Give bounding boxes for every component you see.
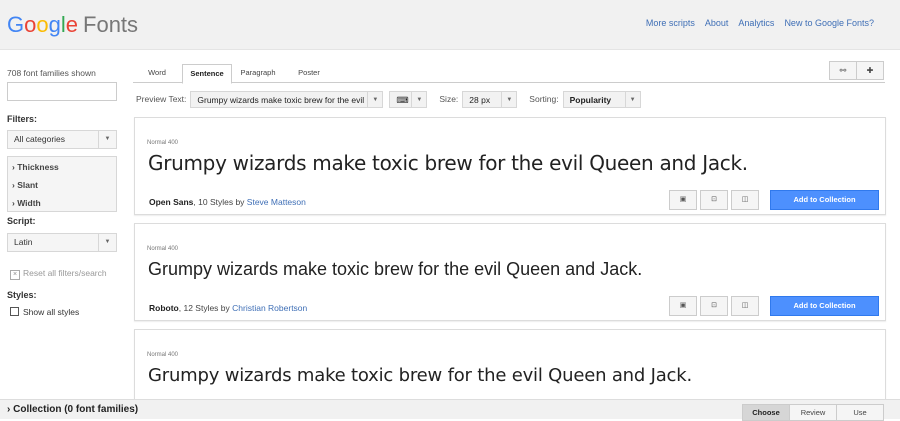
sorting-label: Sorting: <box>529 94 559 104</box>
add-to-collection-button[interactable]: Add to Collection <box>770 190 879 210</box>
link-icon[interactable]: ⚯ <box>829 61 857 80</box>
chevron-down-icon: ▼ <box>367 91 382 107</box>
script-label: Script: <box>7 216 36 226</box>
sorting-select[interactable]: Popularity ▼ <box>562 90 641 108</box>
tab-use[interactable]: Use <box>836 404 884 421</box>
font-card-open-sans: Normal 400 Grumpy wizards make toxic bre… <box>134 117 886 215</box>
font-sample-text: Grumpy wizards make toxic brew for the e… <box>148 365 692 386</box>
font-meta: Roboto, 12 Styles by Christian Robertson <box>149 303 308 313</box>
tab-poster[interactable]: Poster <box>286 64 332 82</box>
font-author-link[interactable]: Christian Robertson <box>232 303 307 313</box>
keyboard-icon: ⌨ <box>396 94 409 105</box>
size-label: Size: <box>439 94 459 104</box>
font-style-label: Normal 400 <box>147 246 179 252</box>
font-card-roboto: Normal 400 Grumpy wizards make toxic bre… <box>134 223 886 321</box>
more-scripts-link[interactable]: More scripts <box>646 18 695 28</box>
quick-use-icon[interactable]: ◫ <box>731 190 759 210</box>
download-icon[interactable]: ✚ <box>856 61 884 80</box>
tab-paragraph[interactable]: Paragraph <box>232 64 284 82</box>
show-all-styles-toggle[interactable]: Show all styles <box>10 306 79 317</box>
chevron-down-icon: ▼ <box>98 131 116 148</box>
font-style-label: Normal 400 <box>147 140 179 146</box>
font-meta: Open Sans, 10 Styles by Steve Matteson <box>149 197 306 207</box>
header-links: More scripts About Analytics New to Goog… <box>646 18 874 28</box>
keyboard-select[interactable]: ⌨ ▼ <box>389 90 428 108</box>
collection-bar: › Collection (0 font families) Choose Re… <box>0 399 900 421</box>
chevron-down-icon: ▼ <box>98 234 116 251</box>
styles-icon <box>10 307 19 316</box>
filter-thickness[interactable]: › Thickness <box>12 162 59 172</box>
collection-toggle[interactable]: › Collection (0 font families) <box>7 404 138 415</box>
families-shown-count: 708 font families shown <box>7 68 96 78</box>
font-actions: ▣ ⊡ ◫ <box>666 296 759 316</box>
search-input[interactable] <box>7 82 117 101</box>
header: Google Fonts More scripts About Analytics… <box>0 0 900 50</box>
google-fonts-logo[interactable]: Google Fonts <box>7 12 138 38</box>
styles-icon[interactable]: ▣ <box>669 296 697 316</box>
font-sample-text: Grumpy wizards make toxic brew for the e… <box>148 151 748 175</box>
size-select[interactable]: 28 px ▼ <box>462 90 518 108</box>
styles-icon[interactable]: ▣ <box>669 190 697 210</box>
filters-box: › Thickness › Slant › Width <box>7 156 117 212</box>
filter-slant[interactable]: › Slant <box>12 180 38 190</box>
script-dropdown[interactable]: Latin ▼ <box>7 233 117 252</box>
font-style-label: Normal 400 <box>147 352 179 358</box>
chevron-down-icon: ▼ <box>624 91 640 107</box>
filter-width[interactable]: › Width <box>12 198 41 208</box>
tab-review[interactable]: Review <box>789 404 837 421</box>
font-family-name: Roboto <box>149 303 179 313</box>
category-dropdown[interactable]: All categories ▼ <box>7 130 117 149</box>
quick-use-icon[interactable]: ◫ <box>731 296 759 316</box>
preview-text-select[interactable]: Grumpy wizards make toxic brew for the e… <box>190 90 384 108</box>
close-icon: × <box>10 270 20 280</box>
styles-label: Styles: <box>7 290 37 300</box>
font-actions: ▣ ⊡ ◫ <box>666 190 759 210</box>
reset-filters-link[interactable]: × Reset all filters/search <box>10 268 107 280</box>
new-to-google-fonts-link[interactable]: New to Google Fonts? <box>784 18 874 28</box>
compare-icon[interactable]: ⊡ <box>700 296 728 316</box>
tab-choose[interactable]: Choose <box>742 404 790 421</box>
chevron-down-icon: ▼ <box>501 91 516 107</box>
collection-tabs: Choose Review Use <box>742 404 884 421</box>
preview-toolbar: Preview Text: Grumpy wizards make toxic … <box>136 90 641 108</box>
chevron-down-icon: ▼ <box>411 91 426 107</box>
font-sample-text: Grumpy wizards make toxic brew for the e… <box>148 259 643 279</box>
tab-word[interactable]: Word <box>133 64 181 82</box>
preview-text-label: Preview Text: <box>136 94 187 104</box>
font-family-name: Open Sans <box>149 197 194 207</box>
filters-label: Filters: <box>7 114 38 124</box>
about-link[interactable]: About <box>705 18 729 28</box>
tab-sentence[interactable]: Sentence <box>182 64 232 84</box>
font-author-link[interactable]: Steve Matteson <box>247 197 306 207</box>
compare-icon[interactable]: ⊡ <box>700 190 728 210</box>
view-buttons: ⚯ ✚ <box>829 61 884 80</box>
preview-tabs: Word Sentence Paragraph Poster <box>133 64 885 84</box>
add-to-collection-button[interactable]: Add to Collection <box>770 296 879 316</box>
font-card-3: Normal 400 Grumpy wizards make toxic bre… <box>134 329 886 400</box>
analytics-link[interactable]: Analytics <box>738 18 774 28</box>
